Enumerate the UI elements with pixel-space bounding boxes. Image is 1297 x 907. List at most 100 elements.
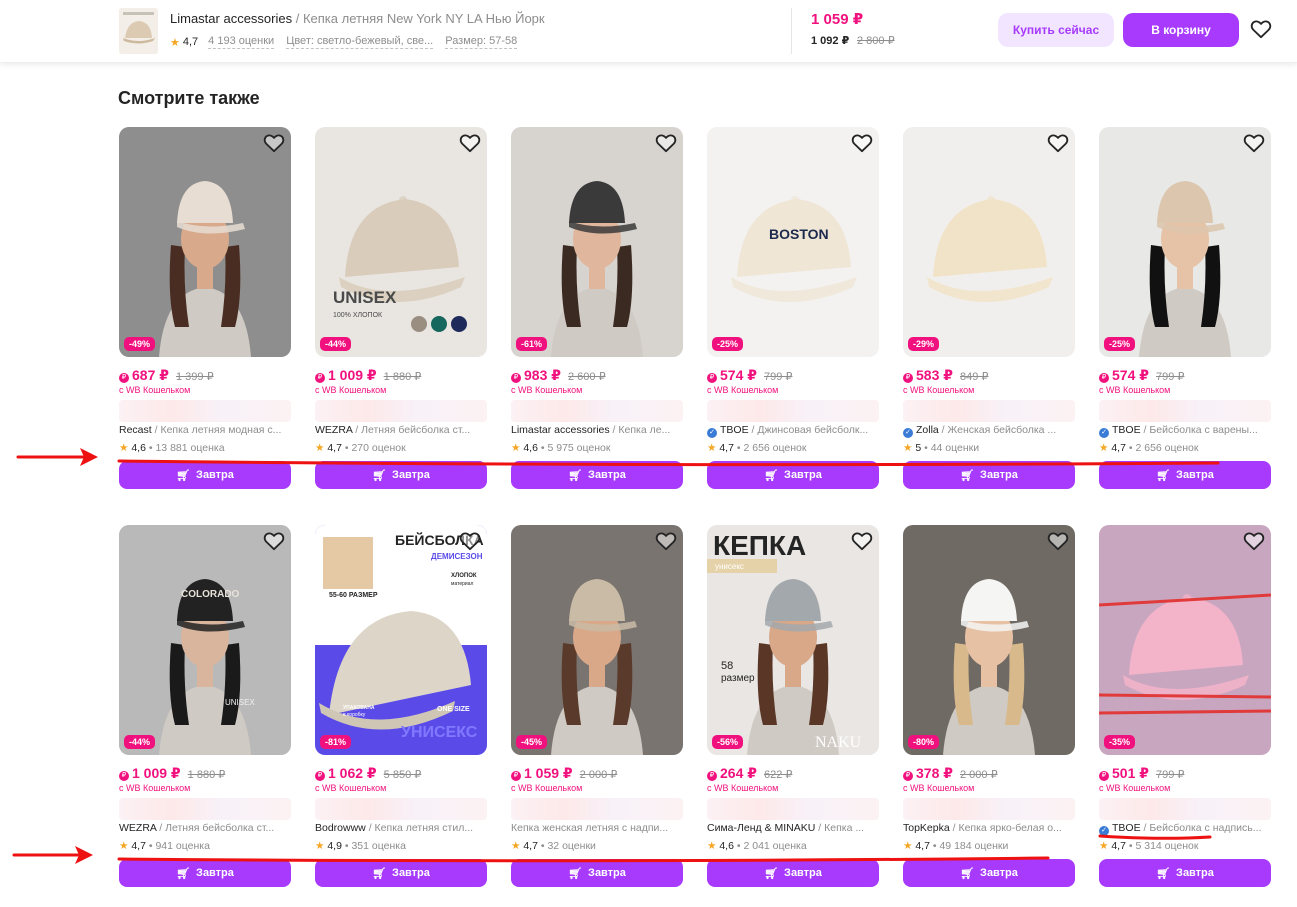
product-image[interactable]: BOSTON -25% [707,127,879,357]
delivery-label: Завтра [392,867,430,879]
favorite-heart-icon[interactable] [1243,133,1265,153]
product-rating: 4,6 [719,840,734,852]
reviews-count: 49 184 оценки [939,840,1009,852]
discount-badge: -61% [516,337,548,351]
product-title[interactable]: Кепка женская летняя с надпи... [511,822,683,836]
product-image[interactable]: COLORADO UNISEX -44% [119,525,291,755]
delivery-tomorrow-button[interactable]: 🛒︎ Завтра [511,461,683,489]
product-image[interactable]: -49% [119,127,291,357]
delivery-tomorrow-button[interactable]: 🛒︎ Завтра [511,859,683,887]
product-title[interactable]: ✓ Zolla / Женская бейсболка ... [903,424,1075,438]
product-card[interactable]: КЕПКА унисекс 58 размер NAKU -56% ₽ 264 ₽ 62… [707,525,879,887]
divider [791,8,792,54]
product-thumbnail[interactable] [119,8,158,54]
product-card[interactable]: -49% ₽ 687 ₽ 1 399 ₽ с WB Кошельком Reca… [119,127,291,489]
wallet-label: с WB Кошельком [1099,783,1171,793]
product-brand[interactable]: Limastar accessories [170,11,292,26]
blurred-promo-strip [903,798,1075,820]
delivery-tomorrow-button[interactable]: 🛒︎ Завтра [1099,859,1271,887]
product-card[interactable]: -25% ₽ 574 ₽ 799 ₽ с WB Кошельком ✓ TBOE … [1099,127,1271,489]
product-image[interactable]: -45% [511,525,683,755]
cart-icon: 🛒︎ [1156,469,1171,482]
favorite-heart-icon[interactable] [1250,19,1274,41]
product-image[interactable]: -35% [1099,525,1271,755]
product-rating: 4,7 [182,36,199,48]
price-row: ₽ 1 059 ₽ 2 000 ₽ [511,765,683,781]
product-card[interactable]: -45% ₽ 1 059 ₽ 2 000 ₽ с WB Кошельком Ке… [511,525,683,887]
product-image[interactable]: -29% [903,127,1075,357]
favorite-heart-icon[interactable] [1047,531,1069,551]
favorite-heart-icon[interactable] [263,531,285,551]
delivery-label: Завтра [1176,867,1214,879]
product-image[interactable]: КЕПКА унисекс 58 размер NAKU -56% [707,525,879,755]
product-rating-row: ★ 4,7 • 941 оценка [119,840,291,854]
product-image[interactable]: -25% [1099,127,1271,357]
favorite-heart-icon[interactable] [655,531,677,551]
wallet-icon: ₽ [1099,373,1109,383]
reviews-link[interactable]: 4 193 оценки [208,35,275,49]
delivery-label: Завтра [588,469,626,481]
favorite-heart-icon[interactable] [1047,133,1069,153]
product-card[interactable]: UNISEX 100% ХЛОПОК -44% ₽ 1 009 ₽ 1 880 ₽… [315,127,487,489]
product-rating: 4,7 [915,840,930,852]
product-image[interactable]: -80% [903,525,1075,755]
color-selector[interactable]: Цвет: светло-бежевый, све... [286,35,434,49]
svg-text:ONE SIZE: ONE SIZE [437,706,470,713]
product-card[interactable]: -35% ₽ 501 ₽ 799 ₽ с WB Кошельком ✓ TBOE … [1099,525,1271,887]
reviews-count: 5 975 оценок [547,442,611,454]
product-name: Джинсовая бейсболк... [757,424,869,436]
product-name: Кепка летняя модная с... [160,424,282,436]
svg-text:ХЛОПОК: ХЛОПОК [451,573,477,579]
delivery-tomorrow-button[interactable]: 🛒︎ Завтра [119,461,291,489]
product-image[interactable]: БЕЙСБОЛКА ДЕМИСЕЗОН 55-60 РАЗМЕР ХЛОПОК мате… [315,525,487,755]
product-title[interactable]: WEZRA / Летняя бейсболка ст... [119,822,291,836]
product-title[interactable]: WEZRA / Летняя бейсболка ст... [315,424,487,438]
product-title[interactable]: Recast / Кепка летняя модная с... [119,424,291,438]
old-price: 1 399 ₽ [176,371,214,383]
product-title[interactable]: Limastar accessories / Кепка ле... [511,424,683,438]
cart-icon: 🛒︎ [372,867,387,880]
product-card[interactable]: -80% ₽ 378 ₽ 2 000 ₽ с WB Кошельком TopK… [903,525,1075,887]
delivery-tomorrow-button[interactable]: 🛒︎ Завтра [903,859,1075,887]
favorite-heart-icon[interactable] [851,133,873,153]
product-rating: 4,7 [719,442,734,454]
product-title[interactable]: Сима-Ленд & MINAKU / Кепка ... [707,822,879,836]
product-card[interactable]: -61% ₽ 983 ₽ 2 600 ₽ с WB Кошельком Lima… [511,127,683,489]
product-card[interactable]: BOSTON -25% ₽ 574 ₽ 799 ₽ с WB Кошельком… [707,127,879,489]
favorite-heart-icon[interactable] [1243,531,1265,551]
verified-badge-icon: ✓ [1099,826,1109,836]
delivery-tomorrow-button[interactable]: 🛒︎ Завтра [707,859,879,887]
product-rating: 4,7 [327,442,342,454]
cart-icon: 🛒︎ [764,867,779,880]
reviews-count: 44 оценки [930,442,980,454]
blurred-promo-strip [707,400,879,422]
reviews-count: 2 656 оценок [743,442,807,454]
add-to-cart-button[interactable]: В корзину [1123,13,1239,47]
section-title: Смотрите также [118,88,260,108]
blurred-promo-strip [1099,400,1271,422]
delivery-tomorrow-button[interactable]: 🛒︎ Завтра [315,461,487,489]
favorite-heart-icon[interactable] [459,133,481,153]
favorite-heart-icon[interactable] [851,531,873,551]
product-card[interactable]: -29% ₽ 583 ₽ 849 ₽ с WB Кошельком ✓ Zolla… [903,127,1075,489]
buy-now-button[interactable]: Купить сейчас [998,13,1114,47]
product-card[interactable]: COLORADO UNISEX -44% ₽ 1 009 ₽ 1 880 ₽ с … [119,525,291,887]
delivery-tomorrow-button[interactable]: 🛒︎ Завтра [1099,461,1271,489]
product-title[interactable]: TopKepka / Кепка ярко-белая о... [903,822,1075,836]
product-title[interactable]: ✓ TBOE / Бейсболка с надпись... [1099,822,1271,836]
product-card[interactable]: БЕЙСБОЛКА ДЕМИСЕЗОН 55-60 РАЗМЕР ХЛОПОК мате… [315,525,487,887]
size-selector[interactable]: Размер: 57-58 [445,35,518,49]
favorite-heart-icon[interactable] [655,133,677,153]
product-name: Кепка ле... [618,424,671,436]
favorite-heart-icon[interactable] [459,531,481,551]
favorite-heart-icon[interactable] [263,133,285,153]
product-title[interactable]: ✓ TBOE / Бейсболка с варены... [1099,424,1271,438]
product-title[interactable]: ✓ TBOE / Джинсовая бейсболк... [707,424,879,438]
product-image[interactable]: UNISEX 100% ХЛОПОК -44% [315,127,487,357]
delivery-tomorrow-button[interactable]: 🛒︎ Завтра [315,859,487,887]
product-image[interactable]: -61% [511,127,683,357]
delivery-tomorrow-button[interactable]: 🛒︎ Завтра [903,461,1075,489]
product-title[interactable]: Bodrowww / Кепка летняя стил... [315,822,487,836]
delivery-tomorrow-button[interactable]: 🛒︎ Завтра [119,859,291,887]
delivery-tomorrow-button[interactable]: 🛒︎ Завтра [707,461,879,489]
